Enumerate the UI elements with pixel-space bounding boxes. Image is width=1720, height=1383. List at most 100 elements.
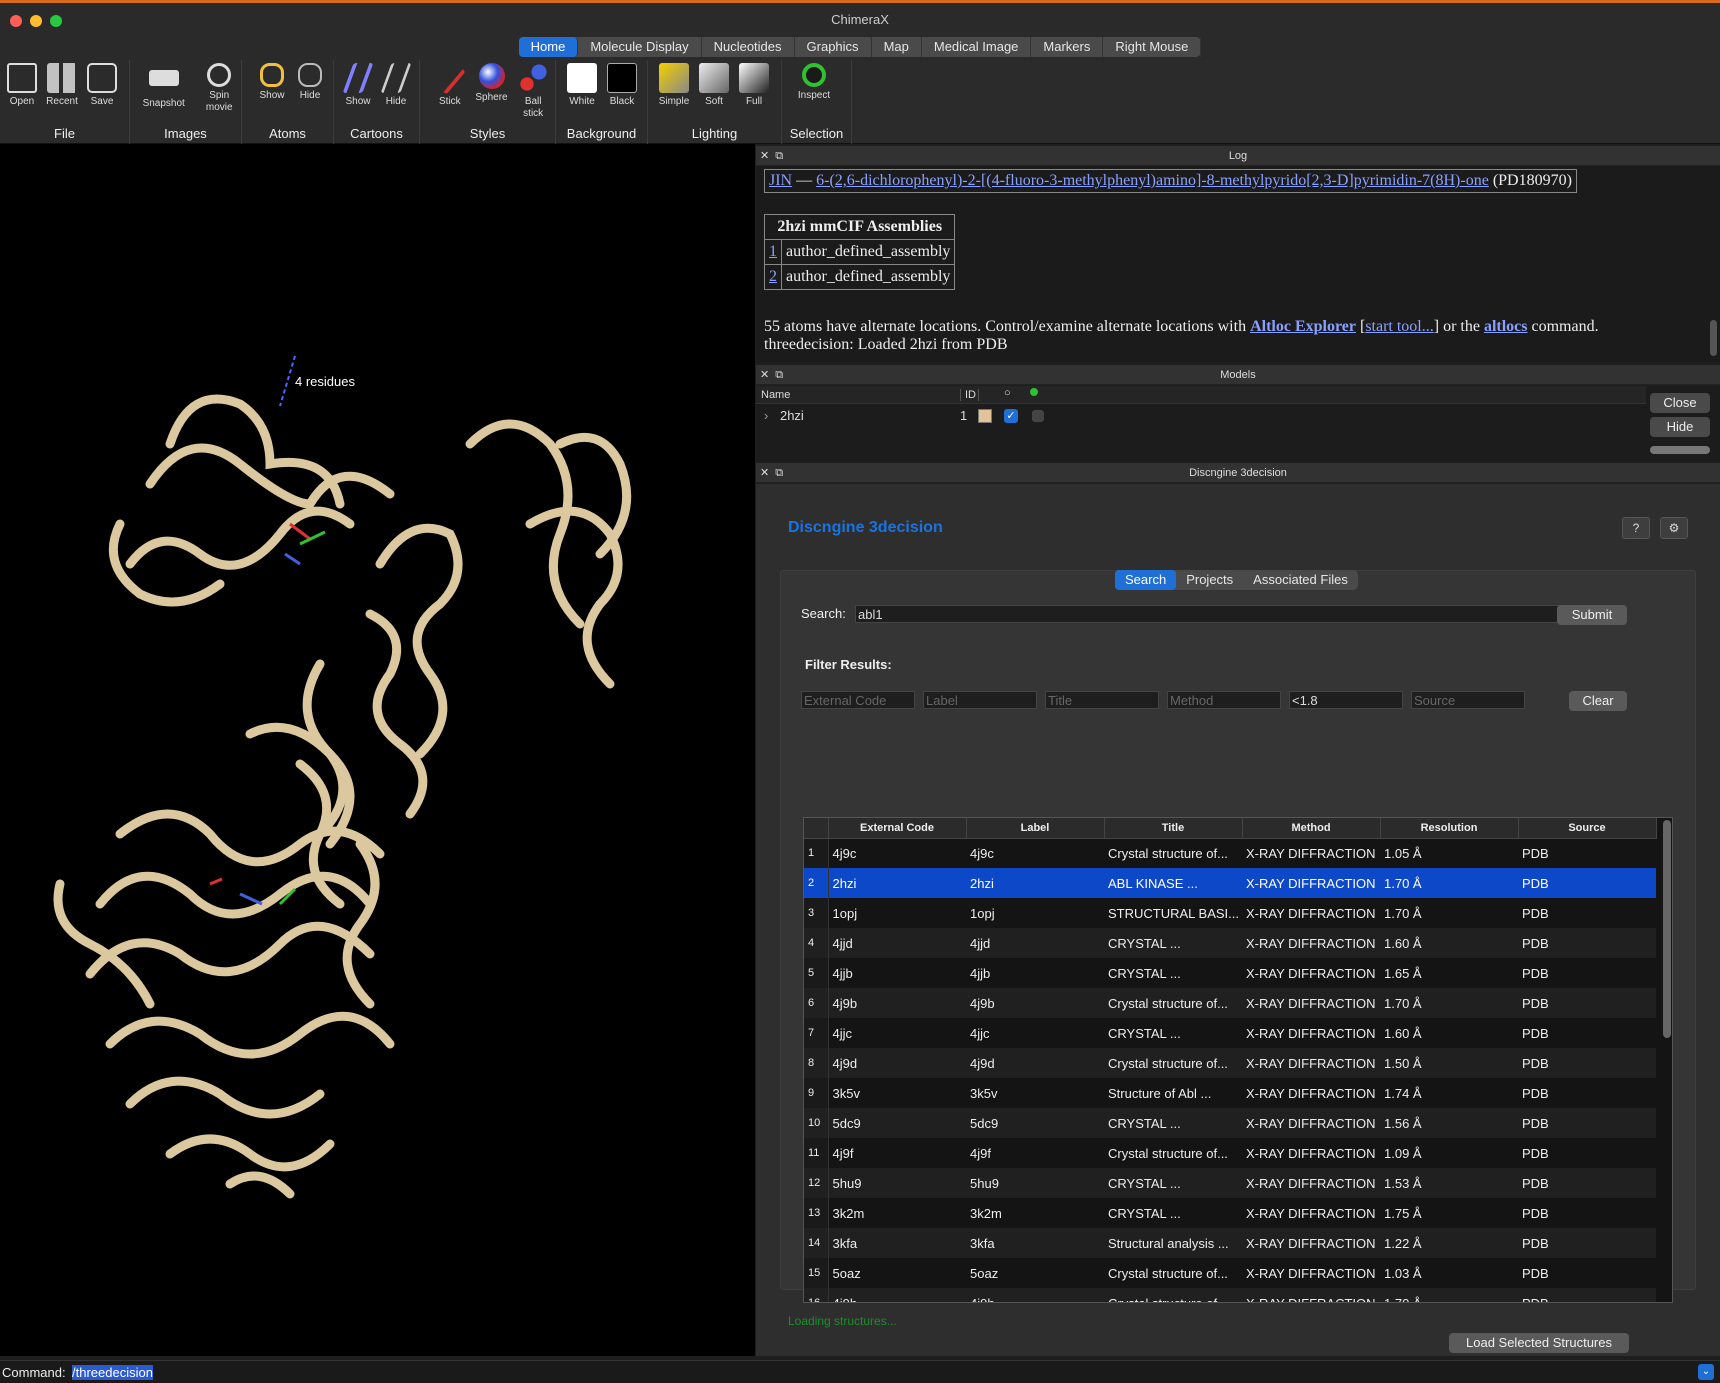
cell-external-code[interactable]: 5dc9: [828, 1108, 966, 1138]
cell-label[interactable]: 1opj: [966, 898, 1104, 928]
hide-atoms-button[interactable]: Hide: [292, 62, 328, 102]
cell-title[interactable]: Structural analysis ...: [1104, 1228, 1242, 1258]
cell-label[interactable]: 4j9b: [966, 988, 1104, 1018]
tab-graphics[interactable]: Graphics: [795, 37, 872, 57]
results-scrollbar[interactable]: [1663, 820, 1671, 1038]
tab-medical-image[interactable]: Medical Image: [922, 37, 1032, 57]
shown-column-icon[interactable]: ○: [1004, 387, 1011, 399]
cell-external-code[interactable]: 3k5v: [828, 1078, 966, 1108]
cell-label[interactable]: 4j9h: [966, 1288, 1104, 1302]
column-header-resolution[interactable]: Resolution: [1380, 818, 1519, 839]
cell-resolution[interactable]: 1.53 Å: [1380, 1168, 1518, 1198]
cell-external-code[interactable]: 4jjd: [828, 928, 966, 958]
show-atoms-button[interactable]: Show: [254, 62, 290, 102]
filter-title-input[interactable]: [1045, 691, 1159, 709]
cell-external-code[interactable]: 4j9b: [828, 988, 966, 1018]
cell-title[interactable]: CRYSTAL ...: [1104, 1108, 1242, 1138]
table-row[interactable]: 3 1opj 1opj STRUCTURAL BASI... X-RAY DIFFRAC…: [804, 898, 1656, 928]
cell-external-code[interactable]: 4j9c: [828, 838, 966, 868]
cell-title[interactable]: CRYSTAL ...: [1104, 1018, 1242, 1048]
log-pane-controls[interactable]: ✕⧉: [760, 146, 789, 166]
plugin-pane-controls[interactable]: ✕⧉: [760, 463, 789, 483]
column-header-method[interactable]: Method: [1242, 818, 1381, 839]
stick-button[interactable]: Stick: [432, 61, 468, 120]
cell-source[interactable]: PDB: [1518, 928, 1656, 958]
cell-source[interactable]: PDB: [1518, 1078, 1656, 1108]
name-column-header[interactable]: Name: [761, 389, 790, 401]
command-history-chevron-icon[interactable]: ⌄: [1698, 1364, 1714, 1380]
cell-title[interactable]: Crystal structure of...: [1104, 1258, 1242, 1288]
open-button[interactable]: Open: [4, 62, 40, 108]
color-column-header[interactable]: [978, 389, 996, 401]
select-column-icon[interactable]: [1030, 388, 1038, 396]
models-pane-controls[interactable]: ✕⧉: [760, 365, 789, 385]
cell-external-code[interactable]: 1opj: [828, 898, 966, 928]
column-header-external-code[interactable]: External Code: [828, 818, 967, 839]
help-button[interactable]: ?: [1622, 517, 1650, 539]
table-row[interactable]: 12 5hu9 5hu9 CRYSTAL ... X-RAY DIFFRACTION 1.…: [804, 1168, 1656, 1198]
cell-method[interactable]: X-RAY DIFFRACTION: [1242, 1138, 1380, 1168]
graphics-viewer[interactable]: 4 residues: [0, 144, 755, 1356]
cell-method[interactable]: X-RAY DIFFRACTION: [1242, 1228, 1380, 1258]
cell-resolution[interactable]: 1.70 Å: [1380, 898, 1518, 928]
log-scrollbar[interactable]: [1710, 320, 1717, 356]
cell-label[interactable]: 4j9d: [966, 1048, 1104, 1078]
column-header-source[interactable]: Source: [1518, 818, 1657, 839]
cell-source[interactable]: PDB: [1518, 988, 1656, 1018]
black-background-button[interactable]: Black: [604, 62, 640, 108]
cell-source[interactable]: PDB: [1518, 1198, 1656, 1228]
cell-title[interactable]: ABL KINASE ...: [1104, 868, 1242, 898]
models-button-slider[interactable]: [1650, 446, 1710, 454]
close-model-button[interactable]: Close: [1650, 393, 1710, 413]
table-row[interactable]: 16 4j9h 4j9h Crystal structure of... X-RAY D…: [804, 1288, 1656, 1302]
cell-resolution[interactable]: 1.50 Å: [1380, 1048, 1518, 1078]
cell-resolution[interactable]: 1.22 Å: [1380, 1228, 1518, 1258]
table-row[interactable]: 11 4j9f 4j9f Crystal structure of... X-RAY D…: [804, 1138, 1656, 1168]
plugin-tab-projects[interactable]: Projects: [1176, 570, 1243, 590]
tab-home[interactable]: Home: [518, 37, 579, 57]
table-row[interactable]: 4 4jjd 4jjd CRYSTAL ... X-RAY DIFFRACTION 1.6…: [804, 928, 1656, 958]
minimize-window-button[interactable]: [30, 15, 42, 27]
cell-title[interactable]: Crystal structure of...: [1104, 1138, 1242, 1168]
column-header-title[interactable]: Title: [1104, 818, 1243, 839]
table-row[interactable]: 14 3kfa 3kfa Structural analysis ... X-RAY D…: [804, 1228, 1656, 1258]
cell-label[interactable]: 4jjb: [966, 958, 1104, 988]
cell-external-code[interactable]: 2hzi: [828, 868, 966, 898]
table-row[interactable]: 6 4j9b 4j9b Crystal structure of... X-RAY DI…: [804, 988, 1656, 1018]
filter-method-input[interactable]: [1167, 691, 1281, 709]
command-input[interactable]: /threedecision: [72, 1365, 153, 1380]
show-cartoons-button[interactable]: Show: [340, 62, 376, 108]
cell-method[interactable]: X-RAY DIFFRACTION: [1242, 868, 1380, 898]
settings-button[interactable]: ⚙: [1660, 517, 1688, 539]
cell-label[interactable]: 3k5v: [966, 1078, 1104, 1108]
id-column-header[interactable]: ID: [960, 389, 976, 401]
model-shown-checkbox[interactable]: ✓: [1004, 409, 1018, 423]
snapshot-button[interactable]: Snapshot: [140, 62, 187, 114]
start-tool-link[interactable]: start tool...: [1365, 318, 1433, 335]
cell-source[interactable]: PDB: [1518, 1228, 1656, 1258]
cell-title[interactable]: CRYSTAL ...: [1104, 928, 1242, 958]
submit-button[interactable]: Submit: [1557, 605, 1627, 625]
cell-method[interactable]: X-RAY DIFFRACTION: [1242, 928, 1380, 958]
tab-right-mouse[interactable]: Right Mouse: [1103, 37, 1202, 57]
tab-markers[interactable]: Markers: [1031, 37, 1104, 57]
cell-resolution[interactable]: 1.74 Å: [1380, 1078, 1518, 1108]
cell-resolution[interactable]: 1.56 Å: [1380, 1108, 1518, 1138]
table-row[interactable]: 15 5oaz 5oaz Crystal structure of... X-RAY D…: [804, 1258, 1656, 1288]
zoom-window-button[interactable]: [50, 15, 62, 27]
ball-stick-button[interactable]: Ball stick: [515, 62, 551, 120]
table-row[interactable]: 9 3k5v 3k5v Structure of Abl ... X-RAY DIFFR…: [804, 1078, 1656, 1108]
cell-label[interactable]: 3k2m: [966, 1198, 1104, 1228]
cell-source[interactable]: PDB: [1518, 1048, 1656, 1078]
altlocs-link[interactable]: altlocs: [1484, 318, 1528, 335]
cell-method[interactable]: X-RAY DIFFRACTION: [1242, 898, 1380, 928]
close-window-button[interactable]: [10, 15, 22, 27]
cell-external-code[interactable]: 4jjc: [828, 1018, 966, 1048]
cell-external-code[interactable]: 4jjb: [828, 958, 966, 988]
cell-method[interactable]: X-RAY DIFFRACTION: [1242, 1048, 1380, 1078]
recent-button[interactable]: Recent: [44, 62, 80, 108]
assembly-link[interactable]: 1: [769, 243, 777, 260]
cell-source[interactable]: PDB: [1518, 898, 1656, 928]
cell-method[interactable]: X-RAY DIFFRACTION: [1242, 1258, 1380, 1288]
cell-title[interactable]: Crystal structure of...: [1104, 838, 1242, 868]
